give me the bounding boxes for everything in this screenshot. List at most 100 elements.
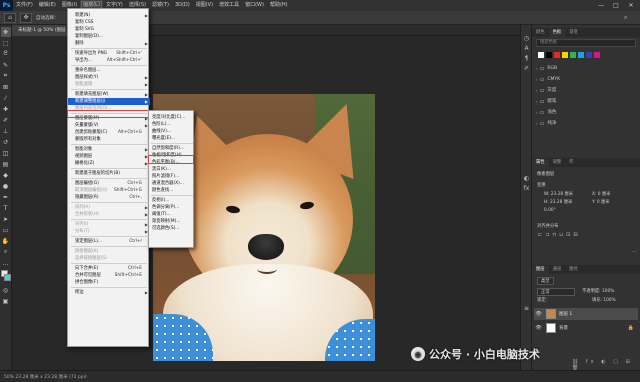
- layer-menu-item[interactable]: 视频图层 ▶: [68, 153, 150, 160]
- home-icon[interactable]: ⌂: [4, 12, 16, 23]
- width-field[interactable]: W: 23.28 厘米: [544, 191, 573, 197]
- move-tool-icon[interactable]: ✥: [0, 27, 11, 37]
- chevron-right-icon[interactable]: ›: [536, 120, 538, 128]
- layer-kind-filter[interactable]: 类型: [537, 277, 554, 285]
- layer-menu-item[interactable]: 新建基于图层的切片(B): [68, 170, 150, 177]
- y-field[interactable]: Y: 0 厘米: [592, 199, 610, 205]
- adjustment-menu-item[interactable]: 阈值(T)...: [149, 211, 195, 218]
- lasso-tool-icon[interactable]: ᘓ: [1, 49, 11, 59]
- marquee-tool-icon[interactable]: ⬚: [1, 38, 11, 48]
- tab-gradients[interactable]: 渐变: [565, 29, 582, 37]
- color-swatch[interactable]: [586, 52, 592, 58]
- layer-menu-item[interactable]: 分布(T) ▶: [68, 228, 150, 235]
- chevron-right-icon[interactable]: ›: [536, 76, 538, 84]
- minimize-button[interactable]: —: [594, 0, 608, 11]
- frame-tool-icon[interactable]: ⊠: [1, 82, 11, 92]
- healing-brush-icon[interactable]: ✚: [1, 104, 11, 114]
- menu-window[interactable]: 窗口(W): [242, 0, 267, 11]
- adjustment-menu-item[interactable]: 颜色查找...: [149, 187, 195, 194]
- color-swatch[interactable]: [546, 52, 552, 58]
- layer-menu-item[interactable]: 栅格化(Z) ▶: [68, 160, 150, 167]
- layer-menu-item[interactable]: 智能对象 ▶: [68, 146, 150, 153]
- screen-mode-icon[interactable]: ▣: [1, 296, 11, 306]
- blend-mode-select[interactable]: 正常: [537, 288, 575, 296]
- color-swatch[interactable]: [578, 52, 584, 58]
- photoshop-logo-icon[interactable]: Ps: [0, 0, 13, 11]
- search-icon[interactable]: ⌕: [624, 14, 634, 22]
- adjustment-menu-item[interactable]: 通道混合器(X)...: [149, 180, 195, 187]
- adjustment-menu-item[interactable]: 反相(I)...: [149, 197, 195, 204]
- layer-menu-item[interactable]: 排列(A) ▶: [68, 204, 150, 211]
- chevron-right-icon[interactable]: ›: [536, 65, 538, 73]
- swatch-folder[interactable]: › ▭ 浅色: [536, 109, 636, 117]
- move-tool-icon[interactable]: ✥: [20, 12, 32, 23]
- crop-tool-icon[interactable]: ⌗: [1, 71, 11, 81]
- menu-3d[interactable]: 3D(D): [172, 0, 193, 11]
- blur-tool-icon[interactable]: ◆: [1, 170, 11, 180]
- layer-menu-item[interactable]: 修边 ▶: [68, 289, 150, 296]
- layer-row[interactable]: 👁 图层 1: [534, 308, 638, 320]
- layer-menu-item[interactable]: 删除 ▶: [68, 40, 150, 47]
- layer-menu-item[interactable]: 图层样式(Y) ▶: [68, 74, 150, 81]
- layer-row[interactable]: 👁 背景 🔒: [534, 322, 638, 334]
- layer-menu-item[interactable]: 重命名图层...: [68, 67, 150, 74]
- layer-menu-item[interactable]: 新建(N) ▶: [68, 12, 150, 19]
- adjustment-menu-item[interactable]: 可选颜色(S)...: [149, 225, 195, 232]
- layer-menu-item[interactable]: 复制 SVG: [68, 26, 150, 33]
- layer-menu-item[interactable]: 新建调整图层(J) ▶: [68, 98, 150, 105]
- layer-menu-item[interactable]: 选择链接图层(S): [68, 255, 150, 262]
- layer-menu-item[interactable]: 创建剪贴蒙版(C) Alt+Ctrl+G: [68, 129, 150, 136]
- layer-menu-item[interactable]: 锁定图层(L)... Ctrl+/: [68, 238, 150, 245]
- menu-edit[interactable]: 编辑(E): [36, 0, 59, 11]
- swatch-search-input[interactable]: 搜索色板: [536, 39, 636, 47]
- visibility-eye-icon[interactable]: 👁: [534, 325, 543, 331]
- layer-menu-item[interactable]: 链接图层(K): [68, 248, 150, 255]
- layer-menu-item[interactable]: 合并可见图层 Shift+Ctrl+E: [68, 272, 150, 279]
- path-select-icon[interactable]: ➤: [1, 214, 11, 224]
- adjustment-menu-item[interactable]: 色阶(L)...: [149, 121, 195, 128]
- menu-help[interactable]: 帮助(H): [267, 0, 291, 11]
- tab-paths[interactable]: 路径: [565, 266, 582, 274]
- chevron-right-icon[interactable]: ›: [536, 109, 538, 117]
- zoom-tool-icon[interactable]: ⌕: [1, 247, 11, 257]
- tab-layers[interactable]: 图层: [532, 266, 549, 274]
- layer-menu-item[interactable]: 隐藏图层(R) Ctrl+,: [68, 194, 150, 201]
- close-button[interactable]: ✕: [624, 0, 638, 11]
- adjustment-menu-item[interactable]: 色调分离(P)...: [149, 204, 195, 211]
- layer-menu-item[interactable]: 图层编组(G) Ctrl+G: [68, 180, 150, 187]
- dodge-tool-icon[interactable]: ●: [1, 181, 11, 191]
- color-swatch[interactable]: [594, 52, 600, 58]
- height-field[interactable]: H: 23.28 厘米: [544, 199, 572, 205]
- menu-view[interactable]: 视图(V): [193, 0, 216, 11]
- layer-menu-item[interactable]: 合并形状(H) ▶: [68, 211, 150, 218]
- menu-filter[interactable]: 滤镜(T): [149, 0, 172, 11]
- menu-file[interactable]: 文件(F): [13, 0, 36, 11]
- layer-menu-item[interactable]: 复制 CSS: [68, 19, 150, 26]
- fill-field[interactable]: 填充: 100%: [592, 297, 616, 303]
- eraser-icon[interactable]: ◫: [1, 148, 11, 158]
- layer-menu-item[interactable]: 蒙版所有对象: [68, 136, 150, 143]
- hand-tool-icon[interactable]: ✋: [1, 236, 11, 246]
- stamp-tool-icon[interactable]: ⊥: [1, 126, 11, 136]
- type-tool-icon[interactable]: T: [1, 203, 11, 213]
- color-swatch[interactable]: [570, 52, 576, 58]
- history-brush-icon[interactable]: ↺: [1, 137, 11, 147]
- layer-menu-item[interactable]: 取消图层编组(U) Shift+Ctrl+G: [68, 187, 150, 194]
- tab-libraries[interactable]: 库: [565, 159, 577, 167]
- layer-menu-item[interactable]: 拼合图像(F): [68, 279, 150, 286]
- visibility-eye-icon[interactable]: 👁: [534, 311, 543, 317]
- eyedropper-icon[interactable]: ⁄: [1, 93, 11, 103]
- more-options-icon[interactable]: …: [632, 248, 637, 254]
- color-swatch[interactable]: [562, 52, 568, 58]
- pen-tool-icon[interactable]: ✒: [1, 192, 11, 202]
- brush-tool-icon[interactable]: ✐: [1, 115, 11, 125]
- chevron-right-icon[interactable]: ›: [536, 87, 538, 95]
- tab-properties[interactable]: 属性: [532, 159, 549, 167]
- layer-menu-item[interactable]: 导出为... Alt+Shift+Ctrl+': [68, 57, 150, 64]
- menu-plugins[interactable]: 增效工具: [216, 0, 242, 11]
- layer-menu-item[interactable]: 对齐(I) ▶: [68, 221, 150, 228]
- chevron-right-icon[interactable]: ›: [536, 98, 538, 106]
- align-icons[interactable]: ⊏⊐⊓⊔⊡⊟: [538, 232, 581, 238]
- layer-menu-item[interactable]: 向下合并(E) Ctrl+E: [68, 265, 150, 272]
- swatch-folder[interactable]: › ▭ RGB: [536, 65, 636, 73]
